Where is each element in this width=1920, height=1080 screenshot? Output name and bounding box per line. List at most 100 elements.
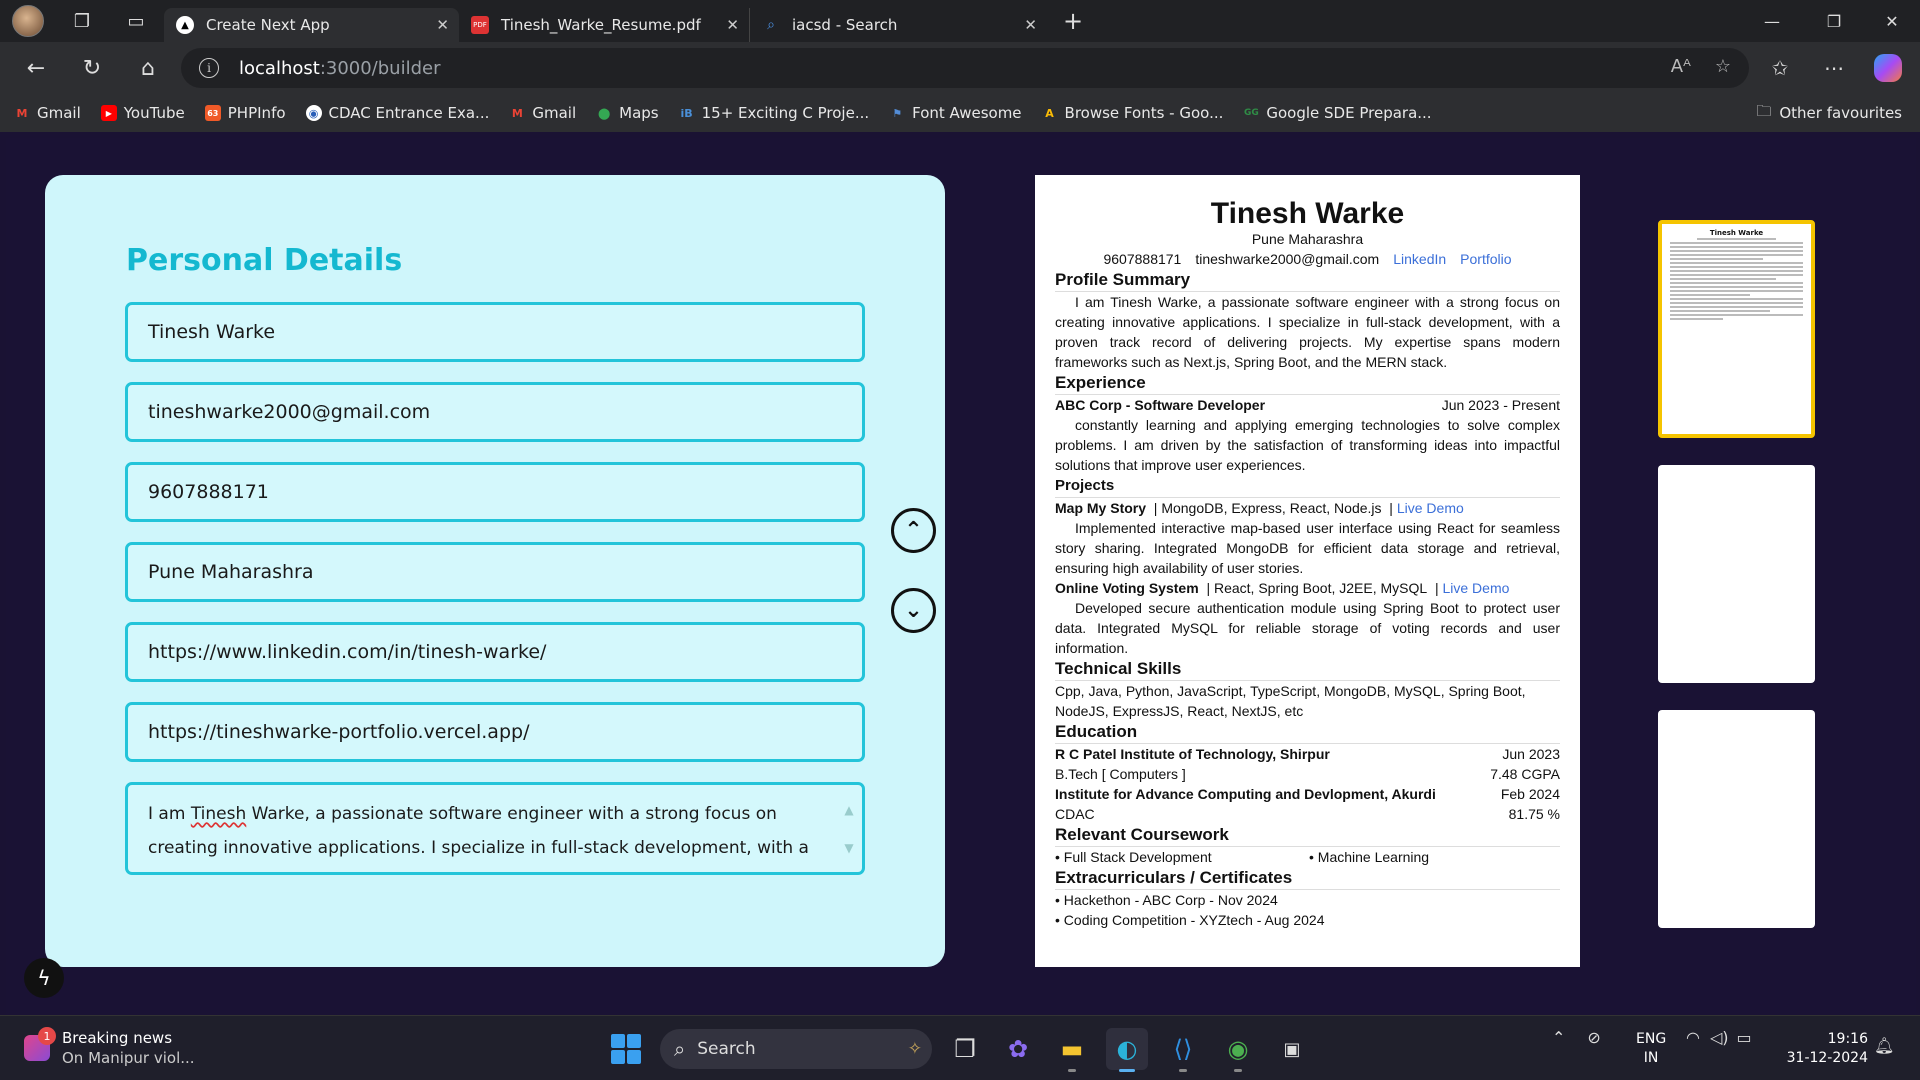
resume-name: Tinesh Warke [1210, 197, 1405, 230]
resume-edu-2: Institute for Advance Computing and Devl… [1055, 786, 1560, 802]
textarea-scrollbar[interactable]: ▲ ▼ [842, 793, 856, 863]
url-input[interactable]: i localhost:3000/builder Aᴬ ☆ [181, 48, 1749, 88]
windows-start-icon[interactable] [611, 1034, 641, 1064]
flag-icon: ⚑ [892, 106, 903, 120]
email-field[interactable]: tineshwarke2000@gmail.com [125, 382, 865, 442]
back-icon[interactable]: ← [14, 46, 58, 90]
address-bar-row: ← ↻ ⌂ i localhost:3000/builder Aᴬ ☆ ✩ ⋯ [0, 42, 1920, 94]
portfolio-field[interactable]: https://tineshwarke-portfolio.vercel.app… [125, 702, 865, 762]
file-explorer-icon[interactable]: ▬ [1051, 1028, 1093, 1072]
taskbar-search[interactable]: ⌕ Search ✧ [660, 1029, 932, 1069]
project-1-live-demo-link[interactable]: Live Demo [1397, 500, 1464, 516]
name-field[interactable]: Tinesh Warke [125, 302, 865, 362]
vscode-icon[interactable]: ⟨⟩ [1162, 1028, 1204, 1072]
minimize-icon[interactable]: — [1744, 0, 1800, 42]
phpinfo-icon: 63 [204, 105, 221, 121]
tab-resume-pdf[interactable]: PDF Tinesh_Warke_Resume.pdf ✕ [459, 8, 749, 42]
language-indicator[interactable]: ENG IN [1636, 1030, 1666, 1068]
bookmark-maps[interactable]: ⬤ Maps [596, 104, 659, 122]
pdf-favicon-icon: PDF [471, 16, 489, 34]
tab-create-next-app[interactable]: ▲ Create Next App ✕ [164, 8, 459, 42]
show-hidden-icons-icon[interactable]: ⌃ [1552, 1028, 1565, 1047]
workspaces-icon[interactable]: ❐ [62, 1, 102, 41]
more-menu-icon[interactable]: ⋯ [1814, 48, 1854, 88]
search-favicon-icon: ⌕ [767, 17, 775, 33]
site-info-icon[interactable]: i [199, 58, 219, 78]
resume-contact: 9607888171 tineshwarke2000@gmail.com Linke… [1103, 251, 1512, 267]
resume-skills-text: Cpp, Java, Python, JavaScript, TypeScrip… [1055, 683, 1526, 719]
tab-iacsd-search[interactable]: ⌕ iacsd - Search ✕ [749, 8, 1047, 42]
cdac-icon: ◉ [305, 105, 322, 121]
url-text: localhost:3000/builder [239, 57, 441, 79]
template-thumbnail-2[interactable] [1658, 465, 1815, 683]
copilot-icon[interactable] [1868, 48, 1908, 88]
restore-icon[interactable]: ❐ [1806, 0, 1862, 42]
other-favourites[interactable]: 🗀 Other favourites [1756, 94, 1902, 132]
resume-project-1: Map My Story | MongoDB, Express, React, … [1055, 500, 1464, 516]
close-tab-icon[interactable]: ✕ [436, 16, 449, 34]
copilot-taskbar-icon[interactable]: ✿ [997, 1028, 1039, 1070]
resume-portfolio-link[interactable]: Portfolio [1460, 251, 1511, 267]
move-section-down-button[interactable]: ⌄ [891, 588, 936, 633]
flash-icon[interactable]: ϟ [24, 958, 64, 998]
network-off-icon[interactable]: ⊘ [1587, 1028, 1600, 1047]
volume-icon[interactable]: ◁) [1710, 1028, 1729, 1047]
favorite-star-icon[interactable]: ☆ [1715, 56, 1731, 77]
news-icon: 1 [24, 1027, 56, 1061]
vertical-tabs-icon[interactable]: ▭ [116, 1, 156, 41]
bookmark-gmail[interactable]: M Gmail [14, 104, 81, 122]
bookmark-google-fonts[interactable]: A Browse Fonts - Goo... [1042, 104, 1223, 122]
phone-field[interactable]: 9607888171 [125, 462, 865, 522]
resume-education-heading: Education [1055, 721, 1560, 744]
profile-avatar[interactable] [12, 5, 44, 37]
bookmark-gmail-2[interactable]: M Gmail [509, 104, 576, 122]
windows-taskbar: 1 Breaking news On Manipur viol... ⌕ Searc… [0, 1015, 1920, 1080]
terminal-icon[interactable]: ▣ [1271, 1028, 1313, 1070]
template-thumbnail-3[interactable] [1658, 710, 1815, 928]
resume-extra-heading: Extracurriculars / Certificates [1055, 867, 1560, 890]
resume-location: Pune Maharashra [1251, 231, 1364, 247]
task-view-icon[interactable]: ❐ [944, 1028, 986, 1070]
nextjs-favicon-icon: ▲ [176, 16, 194, 34]
home-icon[interactable]: ⌂ [126, 46, 170, 90]
project-2-live-demo-link[interactable]: Live Demo [1442, 580, 1509, 596]
form-title: Personal Details [126, 243, 403, 278]
resume-extra-1: • Hackethon - ABC Corp - Nov 2024 [1055, 892, 1278, 908]
location-field[interactable]: Pune Maharashra [125, 542, 865, 602]
resume-exp-text: constantly learning and applying emergin… [1055, 417, 1560, 473]
resume-project-1-text: Implemented interactive map-based user i… [1055, 520, 1560, 576]
resume-coursework-list: • Full Stack Development • Machine Learni… [1055, 849, 1430, 865]
edge-browser-icon[interactable]: ◐ [1106, 1028, 1148, 1072]
move-section-up-button[interactable]: ⌃ [891, 508, 936, 553]
resume-edu-1-detail: B.Tech [ Computers ] 7.48 CGPA [1055, 766, 1560, 782]
bookmark-cdac[interactable]: ◉ CDAC Entrance Exa... [305, 104, 489, 122]
gmail-icon: M [511, 106, 523, 120]
favorites-icon[interactable]: ✩ [1760, 48, 1800, 88]
bookmark-phpinfo[interactable]: 63 PHPInfo [204, 104, 286, 122]
google-fonts-icon: A [1045, 106, 1054, 120]
linkedin-field[interactable]: https://www.linkedin.com/in/tinesh-warke… [125, 622, 865, 682]
close-tab-icon[interactable]: ✕ [1024, 16, 1037, 34]
new-tab-icon[interactable]: + [1053, 1, 1093, 41]
bookmark-youtube[interactable]: ▶ YouTube [100, 104, 185, 122]
resume-preview: Tinesh Warke Pune Maharashra 9607888171 t… [1035, 175, 1580, 967]
bookmarks-bar: M Gmail ▶ YouTube 63 PHPInfo ◉ CDAC Entrance… [0, 94, 1920, 132]
bookmark-google-sde[interactable]: GG Google SDE Prepara... [1243, 104, 1432, 122]
close-window-icon[interactable]: ✕ [1864, 0, 1920, 42]
template-thumbnail-1[interactable]: Tinesh Warke [1658, 220, 1815, 438]
wifi-icon[interactable]: ◠ [1686, 1028, 1700, 1047]
notification-bell-icon[interactable]: 🔔︎ [1874, 1036, 1894, 1055]
battery-icon[interactable]: ▭ [1737, 1028, 1752, 1047]
bookmark-font-awesome[interactable]: ⚑ Font Awesome [889, 104, 1021, 122]
close-tab-icon[interactable]: ✕ [726, 16, 739, 34]
clock[interactable]: 19:16 31-12-2024 [1787, 1030, 1868, 1068]
resume-linkedin-link[interactable]: LinkedIn [1393, 251, 1446, 267]
browser-tab-bar: ❐ ▭ ▲ Create Next App ✕ PDF Tinesh_Warke… [0, 0, 1920, 42]
chrome-icon[interactable]: ◉ [1217, 1028, 1259, 1072]
refresh-icon[interactable]: ↻ [70, 46, 114, 90]
summary-textarea[interactable]: I am Tinesh Warke, a passionate software… [125, 782, 865, 875]
read-aloud-icon[interactable]: Aᴬ [1671, 56, 1691, 77]
youtube-icon: ▶ [100, 105, 117, 121]
bookmark-c-projects[interactable]: iB 15+ Exciting C Proje... [679, 104, 870, 122]
news-widget[interactable]: 1 Breaking news On Manipur viol... [24, 1027, 195, 1068]
